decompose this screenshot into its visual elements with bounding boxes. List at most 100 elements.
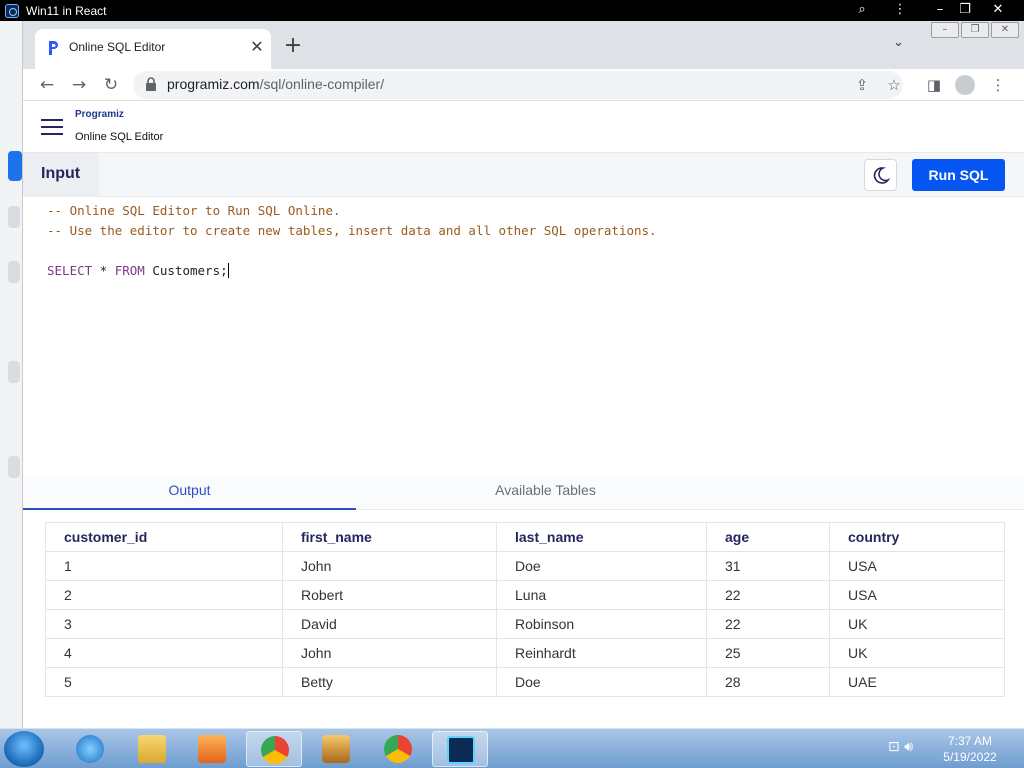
- result-table: customer_id first_name last_name age cou…: [45, 522, 1005, 697]
- address-bar[interactable]: programiz.com/sql/online-compiler/: [133, 71, 903, 99]
- background-app-sliver: [0, 21, 22, 728]
- taskbar-react-app[interactable]: [432, 731, 488, 767]
- url-text: programiz.com/sql/online-compiler/: [167, 76, 384, 92]
- browser-minimize-button[interactable]: –: [931, 22, 959, 38]
- url-path: /sql/online-compiler/: [259, 76, 385, 92]
- column-header: age: [706, 522, 830, 552]
- new-tab-button[interactable]: +: [281, 33, 305, 58]
- browser-toolbar: ← → ↻ programiz.com/sql/online-compiler/…: [23, 69, 1024, 101]
- close-tab-icon[interactable]: ✕: [247, 37, 267, 56]
- table-cell: Doe: [496, 551, 707, 581]
- table-row: 4 John Reinhardt 25 UK: [45, 638, 1005, 668]
- table-cell: Doe: [496, 667, 707, 697]
- close-button[interactable]: ✕: [984, 1, 1012, 19]
- internet-explorer-icon: [76, 735, 104, 763]
- browser-close-button[interactable]: ✕: [991, 22, 1019, 38]
- tab-output[interactable]: Output: [23, 476, 356, 510]
- more-icon[interactable]: ⋮: [886, 1, 914, 19]
- column-header: last_name: [496, 522, 707, 552]
- editor-toolbar: Input Run SQL: [23, 153, 1024, 197]
- clock-date: 5/19/2022: [943, 750, 997, 764]
- table-cell: USA: [829, 580, 1005, 610]
- outer-window-title: Win11 in React: [26, 4, 107, 18]
- clock[interactable]: 7:37 AM 5/19/2022: [930, 733, 1010, 765]
- background-app-item: [8, 361, 20, 383]
- text-cursor: [227, 263, 229, 278]
- bookmark-star-icon[interactable]: ☆: [883, 75, 905, 95]
- site-subtitle: Online SQL Editor: [75, 131, 164, 143]
- side-panel-icon[interactable]: ◨: [923, 75, 945, 95]
- code-line: -- Online SQL Editor to Run SQL Online.: [47, 203, 341, 218]
- tab-strip: Online SQL Editor ✕ + ⌄ – ❐ ✕: [23, 21, 1024, 69]
- table-row: 5 Betty Doe 28 UAE: [45, 667, 1005, 697]
- table-cell: 4: [45, 638, 283, 668]
- table-cell: 22: [706, 580, 830, 610]
- volume-icon[interactable]: 🔊︎: [904, 739, 913, 755]
- taskbar-chrome-2[interactable]: [370, 731, 426, 767]
- tab-search-chevron-icon[interactable]: ⌄: [893, 35, 904, 50]
- taskbar-media-player[interactable]: [184, 731, 240, 767]
- table-cell: Robert: [282, 580, 497, 610]
- code-editor[interactable]: -- Online SQL Editor to Run SQL Online. …: [23, 198, 1024, 474]
- reload-button[interactable]: ↻: [99, 73, 123, 97]
- moon-icon: [873, 167, 891, 184]
- browser-window-controls: – ❐ ✕: [929, 21, 1019, 41]
- sql-token: Customers;: [144, 263, 228, 278]
- table-cell: 31: [706, 551, 830, 581]
- table-cell: 3: [45, 609, 283, 639]
- react-app-icon: [5, 4, 19, 18]
- browser-restore-button[interactable]: ❐: [961, 22, 989, 38]
- table-cell: Luna: [496, 580, 707, 610]
- run-sql-button[interactable]: Run SQL: [912, 159, 1005, 191]
- back-button[interactable]: ←: [35, 73, 59, 97]
- table-cell: UK: [829, 609, 1005, 639]
- maximize-button[interactable]: ❐: [951, 1, 979, 19]
- lock-icon: [146, 77, 156, 91]
- taskbar-app[interactable]: [308, 731, 364, 767]
- taskbar-internet-explorer[interactable]: [62, 731, 118, 767]
- start-button[interactable]: [4, 731, 44, 767]
- table-cell: 5: [45, 667, 283, 697]
- background-app-item: [8, 261, 20, 283]
- table-row: 2 Robert Luna 22 USA: [45, 580, 1005, 610]
- table-cell: USA: [829, 551, 1005, 581]
- taskbar: ⊡ 🔊︎ 7:37 AM 5/19/2022: [0, 728, 1024, 768]
- browser-window: Online SQL Editor ✕ + ⌄ – ❐ ✕ ← → ↻ progra…: [22, 21, 1024, 728]
- table-cell: David: [282, 609, 497, 639]
- clock-time: 7:37 AM: [947, 734, 993, 748]
- minimize-button[interactable]: –: [926, 1, 954, 19]
- code-line: -- Use the editor to create new tables, …: [47, 223, 657, 238]
- table-cell: Reinhardt: [496, 638, 707, 668]
- table-row: 3 David Robinson 22 UK: [45, 609, 1005, 639]
- tab-available-tables[interactable]: Available Tables: [378, 476, 713, 510]
- browser-tab[interactable]: Online SQL Editor ✕: [35, 29, 271, 69]
- background-app-item: [8, 456, 20, 478]
- dark-mode-toggle[interactable]: [864, 159, 897, 191]
- hamburger-menu-icon[interactable]: [41, 119, 63, 135]
- programiz-logo[interactable]: Programiz: [75, 109, 124, 120]
- sql-keyword: FROM: [114, 263, 145, 278]
- sql-keyword: SELECT: [47, 263, 93, 278]
- taskbar-chrome[interactable]: [246, 731, 302, 767]
- url-host: programiz.com: [167, 76, 260, 92]
- outer-window-titlebar: Win11 in React ⌕ ⋮ – ❐ ✕: [0, 0, 1024, 21]
- chrome-icon: [261, 736, 289, 764]
- folder-icon: [138, 735, 166, 763]
- web-page: Programiz Online SQL Editor Input Run SQ…: [23, 101, 1024, 728]
- zoom-icon[interactable]: ⌕: [848, 1, 876, 19]
- browser-menu-icon[interactable]: ⋮: [987, 75, 1009, 95]
- table-header-row: customer_id first_name last_name age cou…: [45, 522, 1005, 552]
- share-icon[interactable]: ⇪: [851, 75, 873, 95]
- column-header: first_name: [282, 522, 497, 552]
- network-icon[interactable]: ⊡: [888, 739, 900, 755]
- table-cell: Robinson: [496, 609, 707, 639]
- table-cell: UK: [829, 638, 1005, 668]
- forward-button[interactable]: →: [67, 73, 91, 97]
- table-cell: 28: [706, 667, 830, 697]
- table-cell: 22: [706, 609, 830, 639]
- table-row: 1 John Doe 31 USA: [45, 551, 1005, 581]
- profile-avatar[interactable]: [955, 75, 975, 95]
- result-table-body: 1 John Doe 31 USA 2 Robert Luna 22 USA 3 David Robin…: [45, 551, 1005, 697]
- table-cell: John: [282, 638, 497, 668]
- taskbar-file-explorer[interactable]: [124, 731, 180, 767]
